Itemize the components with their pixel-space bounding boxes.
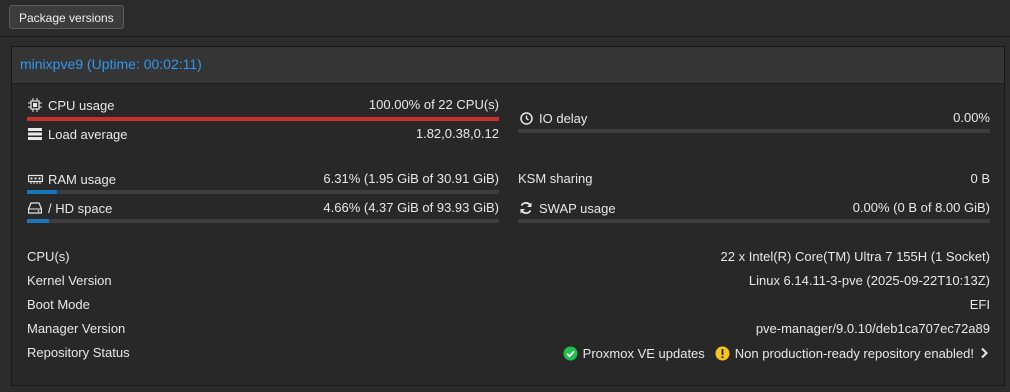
ksm-sharing-label: KSM sharing — [518, 171, 593, 186]
cpu-usage-row: CPU usage 100.00% of 22 CPU(s) — [27, 97, 499, 117]
load-average-row: Load average 1.82,0.38,0.12 — [27, 126, 499, 146]
cpus-label: CPU(s) — [27, 249, 70, 264]
chevron-right-icon[interactable] — [978, 345, 990, 361]
repo-warn-text: Non production-ready repository enabled! — [734, 345, 974, 361]
repository-status-label: Repository Status — [27, 345, 130, 360]
manager-version-info-row: Manager Version pve-manager/9.0.10/deb1c… — [27, 321, 990, 339]
hd-space-bar-fill — [27, 219, 49, 223]
memory-icon — [27, 171, 43, 187]
io-delay-bar — [518, 129, 990, 133]
boot-mode-label: Boot Mode — [27, 297, 90, 312]
hd-space-value: 4.66% (4.37 GiB of 93.93 GiB) — [323, 200, 499, 215]
load-average-label: Load average — [48, 126, 128, 142]
refresh-icon — [518, 200, 534, 216]
cpu-usage-bar-fill — [27, 117, 499, 121]
cpus-value: 22 x Intel(R) Core(TM) Ultra 7 155H (1 S… — [720, 249, 990, 264]
toolbar: Package versions — [0, 0, 1010, 37]
check-circle-icon — [563, 345, 579, 361]
ram-usage-bar-fill — [27, 190, 57, 194]
boot-mode-info-row: Boot Mode EFI — [27, 297, 990, 315]
ram-usage-row: RAM usage 6.31% (1.95 GiB of 30.91 GiB) — [27, 171, 499, 191]
swap-usage-value: 0.00% (0 B of 8.00 GiB) — [852, 200, 990, 215]
swap-usage-label: SWAP usage — [539, 200, 616, 216]
io-delay-row: IO delay 0.00% — [518, 110, 990, 130]
exclamation-circle-icon — [715, 345, 731, 361]
io-delay-label: IO delay — [539, 110, 588, 126]
hd-space-row: / HD space 4.66% (4.37 GiB of 93.93 GiB) — [27, 200, 499, 220]
swap-usage-row: SWAP usage 0.00% (0 B of 8.00 GiB) — [518, 200, 990, 220]
repo-ok-text: Proxmox VE updates — [582, 345, 705, 361]
manager-version-value: pve-manager/9.0.10/deb1ca707ec72a89 — [755, 321, 990, 336]
load-average-value: 1.82,0.38,0.12 — [415, 126, 499, 141]
ram-usage-label: RAM usage — [48, 171, 116, 187]
kernel-value: Linux 6.14.11-3-pve (2025-09-22T10:13Z) — [748, 273, 990, 288]
ksm-sharing-value: 0 B — [970, 171, 990, 186]
repository-status-value[interactable]: Proxmox VE updates Non production-ready … — [563, 345, 990, 361]
kernel-label: Kernel Version — [27, 273, 112, 288]
swap-usage-bar — [518, 219, 990, 223]
ksm-sharing-row: KSM sharing 0 B — [518, 171, 990, 191]
ram-usage-bar — [27, 190, 499, 194]
package-versions-button[interactable]: Package versions — [9, 5, 124, 29]
cpu-usage-value: 100.00% of 22 CPU(s) — [368, 97, 499, 112]
cpu-chip-icon — [27, 97, 43, 113]
boot-mode-value: EFI — [969, 297, 990, 312]
clock-icon — [518, 110, 534, 126]
cpu-usage-bar — [27, 117, 499, 121]
hd-space-bar — [27, 219, 499, 223]
kernel-info-row: Kernel Version Linux 6.14.11-3-pve (2025… — [27, 273, 990, 291]
cpus-info-row: CPU(s) 22 x Intel(R) Core(TM) Ultra 7 15… — [27, 249, 990, 267]
server-stack-icon — [27, 126, 43, 142]
io-delay-value: 0.00% — [953, 110, 990, 125]
ram-usage-value: 6.31% (1.95 GiB of 30.91 GiB) — [323, 171, 499, 186]
manager-version-label: Manager Version — [27, 321, 126, 336]
cpu-usage-label: CPU usage — [48, 97, 115, 113]
panel-title: minixpve9 (Uptime: 00:02:11) — [12, 47, 1004, 84]
node-summary-panel: minixpve9 (Uptime: 00:02:11) CPU usage 1… — [11, 46, 1005, 386]
hd-space-label: / HD space — [48, 200, 113, 216]
repository-status-info-row: Repository Status Proxmox VE updates Non… — [27, 345, 990, 363]
hard-drive-icon — [27, 200, 43, 216]
